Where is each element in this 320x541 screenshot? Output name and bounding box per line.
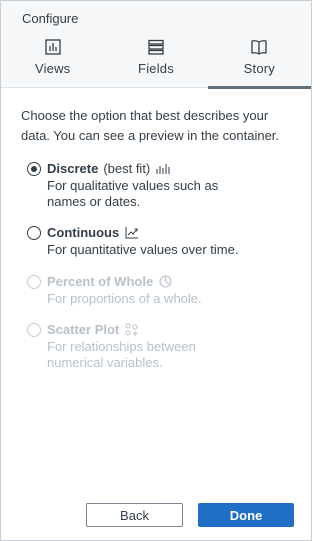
option-continuous-title: Continuous [47, 225, 120, 240]
scatter-icon [125, 323, 138, 336]
tab-story[interactable]: Story [207, 31, 312, 89]
book-icon [251, 40, 267, 55]
back-button[interactable]: Back [86, 503, 183, 527]
bar-chart-icon [45, 39, 61, 55]
option-continuous-desc: For quantitative values over time. [47, 242, 239, 257]
configure-panel: Configure Views Fields Story Choose the … [0, 0, 312, 541]
panel-title: Configure [22, 11, 79, 26]
radio-continuous[interactable] [27, 226, 41, 240]
tab-fields-label: Fields [138, 61, 174, 76]
option-discrete[interactable]: Discrete (best fit) For qualitative valu… [27, 160, 237, 210]
configure-header: Configure Views Fields Story [1, 1, 312, 89]
option-scatter-plot: Scatter Plot For relationships between n… [27, 321, 217, 371]
option-scatter-title: Scatter Plot [47, 322, 120, 337]
best-fit-label: (best fit) [103, 161, 151, 176]
option-scatter-desc: For relationships between numerical vari… [47, 339, 196, 370]
option-discrete-title: Discrete [47, 161, 99, 176]
radio-scatter-plot [27, 323, 41, 337]
option-percent-title: Percent of Whole [47, 274, 154, 289]
tab-story-label: Story [243, 61, 275, 76]
pie-icon [159, 275, 172, 288]
option-percent-desc: For proportions of a whole. [47, 291, 202, 306]
line-trend-icon [125, 227, 139, 239]
option-discrete-desc: For qualitative values such as names or … [47, 178, 219, 209]
tab-fields[interactable]: Fields [104, 31, 207, 88]
discrete-bars-icon [156, 163, 170, 174]
list-icon [148, 39, 164, 55]
radio-discrete[interactable] [27, 162, 41, 176]
intro-text: Choose the option that best describes yo… [21, 108, 280, 143]
tab-views[interactable]: Views [1, 31, 104, 88]
tab-bar: Views Fields Story [1, 31, 312, 89]
option-continuous[interactable]: Continuous For quantitative values over … [27, 224, 238, 258]
radio-percent-of-whole [27, 275, 41, 289]
option-percent-of-whole: Percent of Whole For proportions of a wh… [27, 273, 202, 307]
done-button[interactable]: Done [198, 503, 294, 527]
tab-views-label: Views [34, 61, 71, 76]
